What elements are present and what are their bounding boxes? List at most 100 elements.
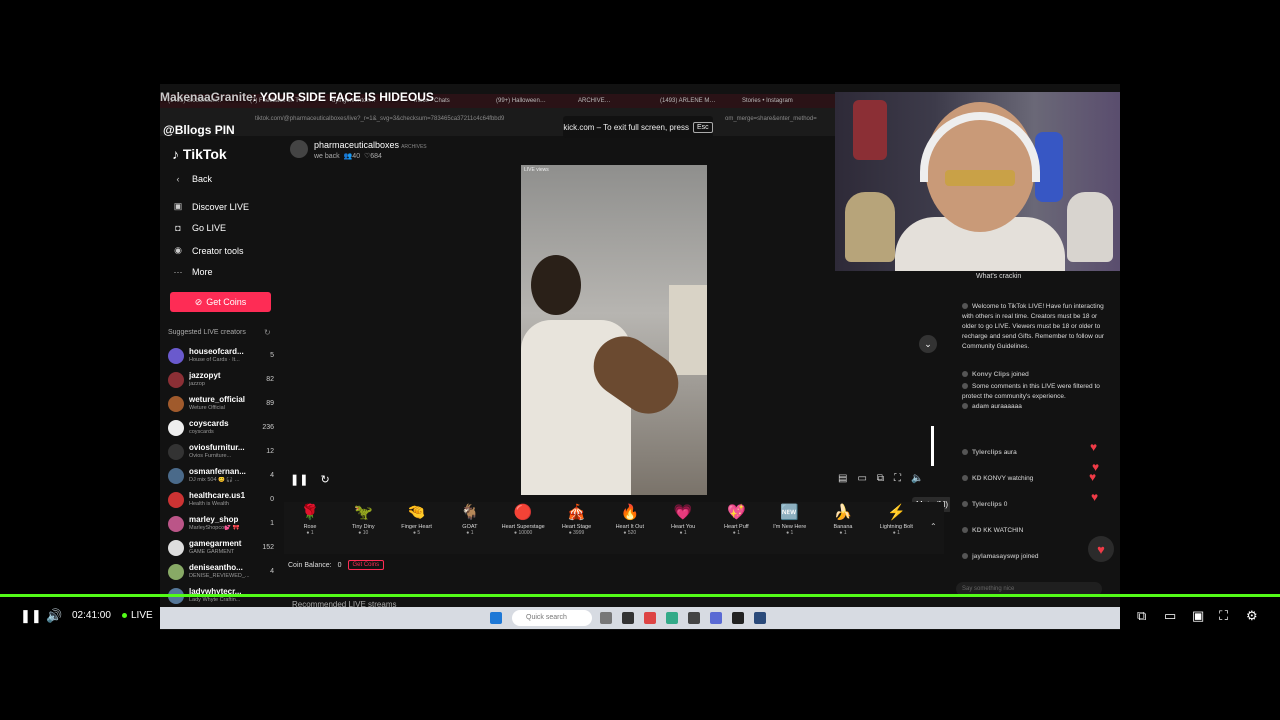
streamer-head [531,255,581,315]
gift-icon: 💖 [727,504,746,521]
gift-cost: ● 5 [412,530,421,536]
pip-icon[interactable]: ⧉ [1137,608,1146,624]
quality-icon[interactable]: ▤ [838,473,847,484]
scroll-down-button[interactable]: ⌄ [919,335,937,353]
pause-icon[interactable]: ❚❚ [20,608,42,624]
gift-cost: ● 1 [679,530,687,536]
chat-user[interactable]: jaylamasayswp [972,553,1019,560]
bear-figure [1067,192,1113,262]
fullscreen-note-text: kick.com – To exit full screen, press [563,122,689,132]
coin-balance: Coin Balance: 0 Get Coins [288,560,385,570]
streamer-name[interactable]: pharmaceuticalboxes [314,140,399,150]
gift-cost: ● 10000 [514,530,533,536]
volume-icon[interactable]: 🔊 [46,608,62,624]
nav-back[interactable]: ‹ Back [172,174,213,184]
browser-tab[interactable]: ARCHIVE… [578,94,656,108]
creator-row[interactable]: gamegarment GAME GARMENT 152 [168,538,274,560]
browser-tab[interactable]: Stories • Instagram [742,94,820,108]
gift-item[interactable]: 🔥 Heart It Out ● 520 [604,502,656,536]
gift-item[interactable]: 🤏 Finger Heart ● 5 [391,502,443,536]
chevron-down-icon: ⌄ [924,338,932,349]
chat-user[interactable]: KD [972,527,981,534]
get-coins-small-button[interactable]: Get Coins [347,560,385,570]
chat-message: KD KK WATCHIN [962,526,1112,536]
chat-text: Welcome to TikTok LIVE! Have fun interac… [962,303,1104,351]
browser-tab[interactable]: (1493) ARLENE M… [660,94,738,108]
chat-user[interactable]: KD [972,475,981,482]
theater-icon[interactable]: ▭ [857,473,866,484]
creator-row[interactable]: oviosfurnitur... Ovios Furniture... 12 [168,442,274,464]
browser-tab[interactable]: (99+) Halloween… [496,94,574,108]
chat-header: What's crackin [976,273,1022,280]
tiktok-sidebar: ♪ TikTok ‹ Back ▣ Discover LIVE ◘ Go LIVE ◉… [160,136,280,630]
creator-row[interactable]: healthcare.us1 Health is Wealth 0 [168,490,274,512]
nav-more[interactable]: ··· More [172,267,213,277]
creator-row[interactable]: osmanfernan... DJ mix 504 😊 🎧 ... 4 [168,466,274,488]
nav-discover-live[interactable]: ▣ Discover LIVE [172,201,249,212]
fullscreen-icon[interactable]: ⛶ [894,473,901,484]
get-coins-button[interactable]: ⊘ Get Coins [170,292,271,312]
avatar [168,396,184,412]
figure-decor [853,100,887,160]
coin-balance-label: Coin Balance: [288,561,332,569]
nav-go-live[interactable]: ◘ Go LIVE [172,223,226,233]
gift-item[interactable]: 💗 Heart You ● 1 [657,502,709,536]
more-icon: ··· [173,267,183,277]
gift-item[interactable]: 🆕 I'm New Here ● 1 [764,502,816,536]
gift-cost-value: 1 [790,530,794,536]
creator-row[interactable]: marley_shop MarleyShopco💕 🎀 1 [168,514,274,536]
gift-item[interactable]: 🔴 Heart Superstage ● 10000 [497,502,549,536]
chat-user[interactable]: Tylerclips [972,449,1002,456]
creator-row[interactable]: deniseantho... DENISE_REVIEWED_... 4 [168,562,274,584]
creator-row[interactable]: jazzopyt jazzop 82 [168,370,274,392]
gear-icon[interactable]: ⚙ [1246,608,1258,624]
heart-icon: ♥ [1090,440,1098,454]
gift-item[interactable]: 🌹 Rose ● 1 [284,502,336,536]
refresh-icon[interactable]: ↻ [320,473,329,486]
gift-item[interactable]: 🐐 GOAT ● 1 [444,502,496,536]
gift-cost-value: 1 [683,530,687,536]
pause-icon[interactable]: ❚❚ [290,473,308,486]
tiktok-logo[interactable]: ♪ TikTok [172,146,227,162]
gift-item[interactable]: 🦖 Tiny Diny ● 10 [337,502,389,536]
streamer-avatar[interactable] [290,140,308,158]
nav-label: Go LIVE [192,223,227,233]
chevron-up-icon[interactable]: ⌃ [930,522,937,531]
creator-row[interactable]: houseofcard... House of Cards · It... 5 [168,346,274,368]
avatar [168,444,184,460]
refresh-icon[interactable]: ↻ [264,328,271,337]
gift-item[interactable]: ⚡ Lightning Bolt ● 1 [870,502,922,536]
streamer-status: we back [314,153,340,160]
video-controls-left: ❚❚ ↻ [290,473,330,486]
creator-row[interactable]: coyscards coyscards 236 [168,418,274,440]
volume-icon[interactable]: 🔈 [911,473,923,484]
creator-viewers: 152 [262,544,274,551]
avatar [168,348,184,364]
pip-icon[interactable]: ⧉ [877,473,884,484]
volume-slider[interactable] [931,426,934,466]
gift-item[interactable]: 🍌 Banana ● 1 [817,502,869,536]
gift-item[interactable]: 🎪 Heart Stage ● 3999 [551,502,603,536]
progress-bar[interactable] [0,594,1280,597]
player-controls: ❚❚ 🔊 02:41:00 LIVE ⧉ ▭ ▣ ⛶ ⚙ [0,600,1280,632]
gift-icon: 🤏 [407,504,426,521]
chat-user[interactable]: Tylerclips [972,501,1002,508]
avatar [168,372,184,388]
chat-text: 0 [1003,501,1008,508]
live-video[interactable]: LIVE views [521,165,707,495]
nav-label: Back [192,174,213,184]
browser-urlbar[interactable]: tiktok.com/@pharmaceuticalboxes/live?_r=… [160,108,835,136]
clip-icon[interactable]: ▣ [1192,608,1204,624]
like-button[interactable]: ♥ [1088,536,1114,562]
nav-creator-tools[interactable]: ◉ Creator tools [172,245,243,256]
chat-text: joined [1011,371,1029,378]
fullscreen-icon[interactable]: ⛶ [1219,608,1228,624]
chat-user[interactable]: adam [972,403,989,410]
chat-user[interactable]: Konvy Clips [972,371,1010,378]
creator-row[interactable]: weture_official Weture Official 89 [168,394,274,416]
theater-icon[interactable]: ▭ [1164,608,1176,624]
gift-item[interactable]: 💖 Heart Puff ● 1 [710,502,762,536]
avatar [962,527,968,534]
creator-subtitle: coyscards [189,429,214,435]
creator-viewers: 82 [266,376,274,383]
